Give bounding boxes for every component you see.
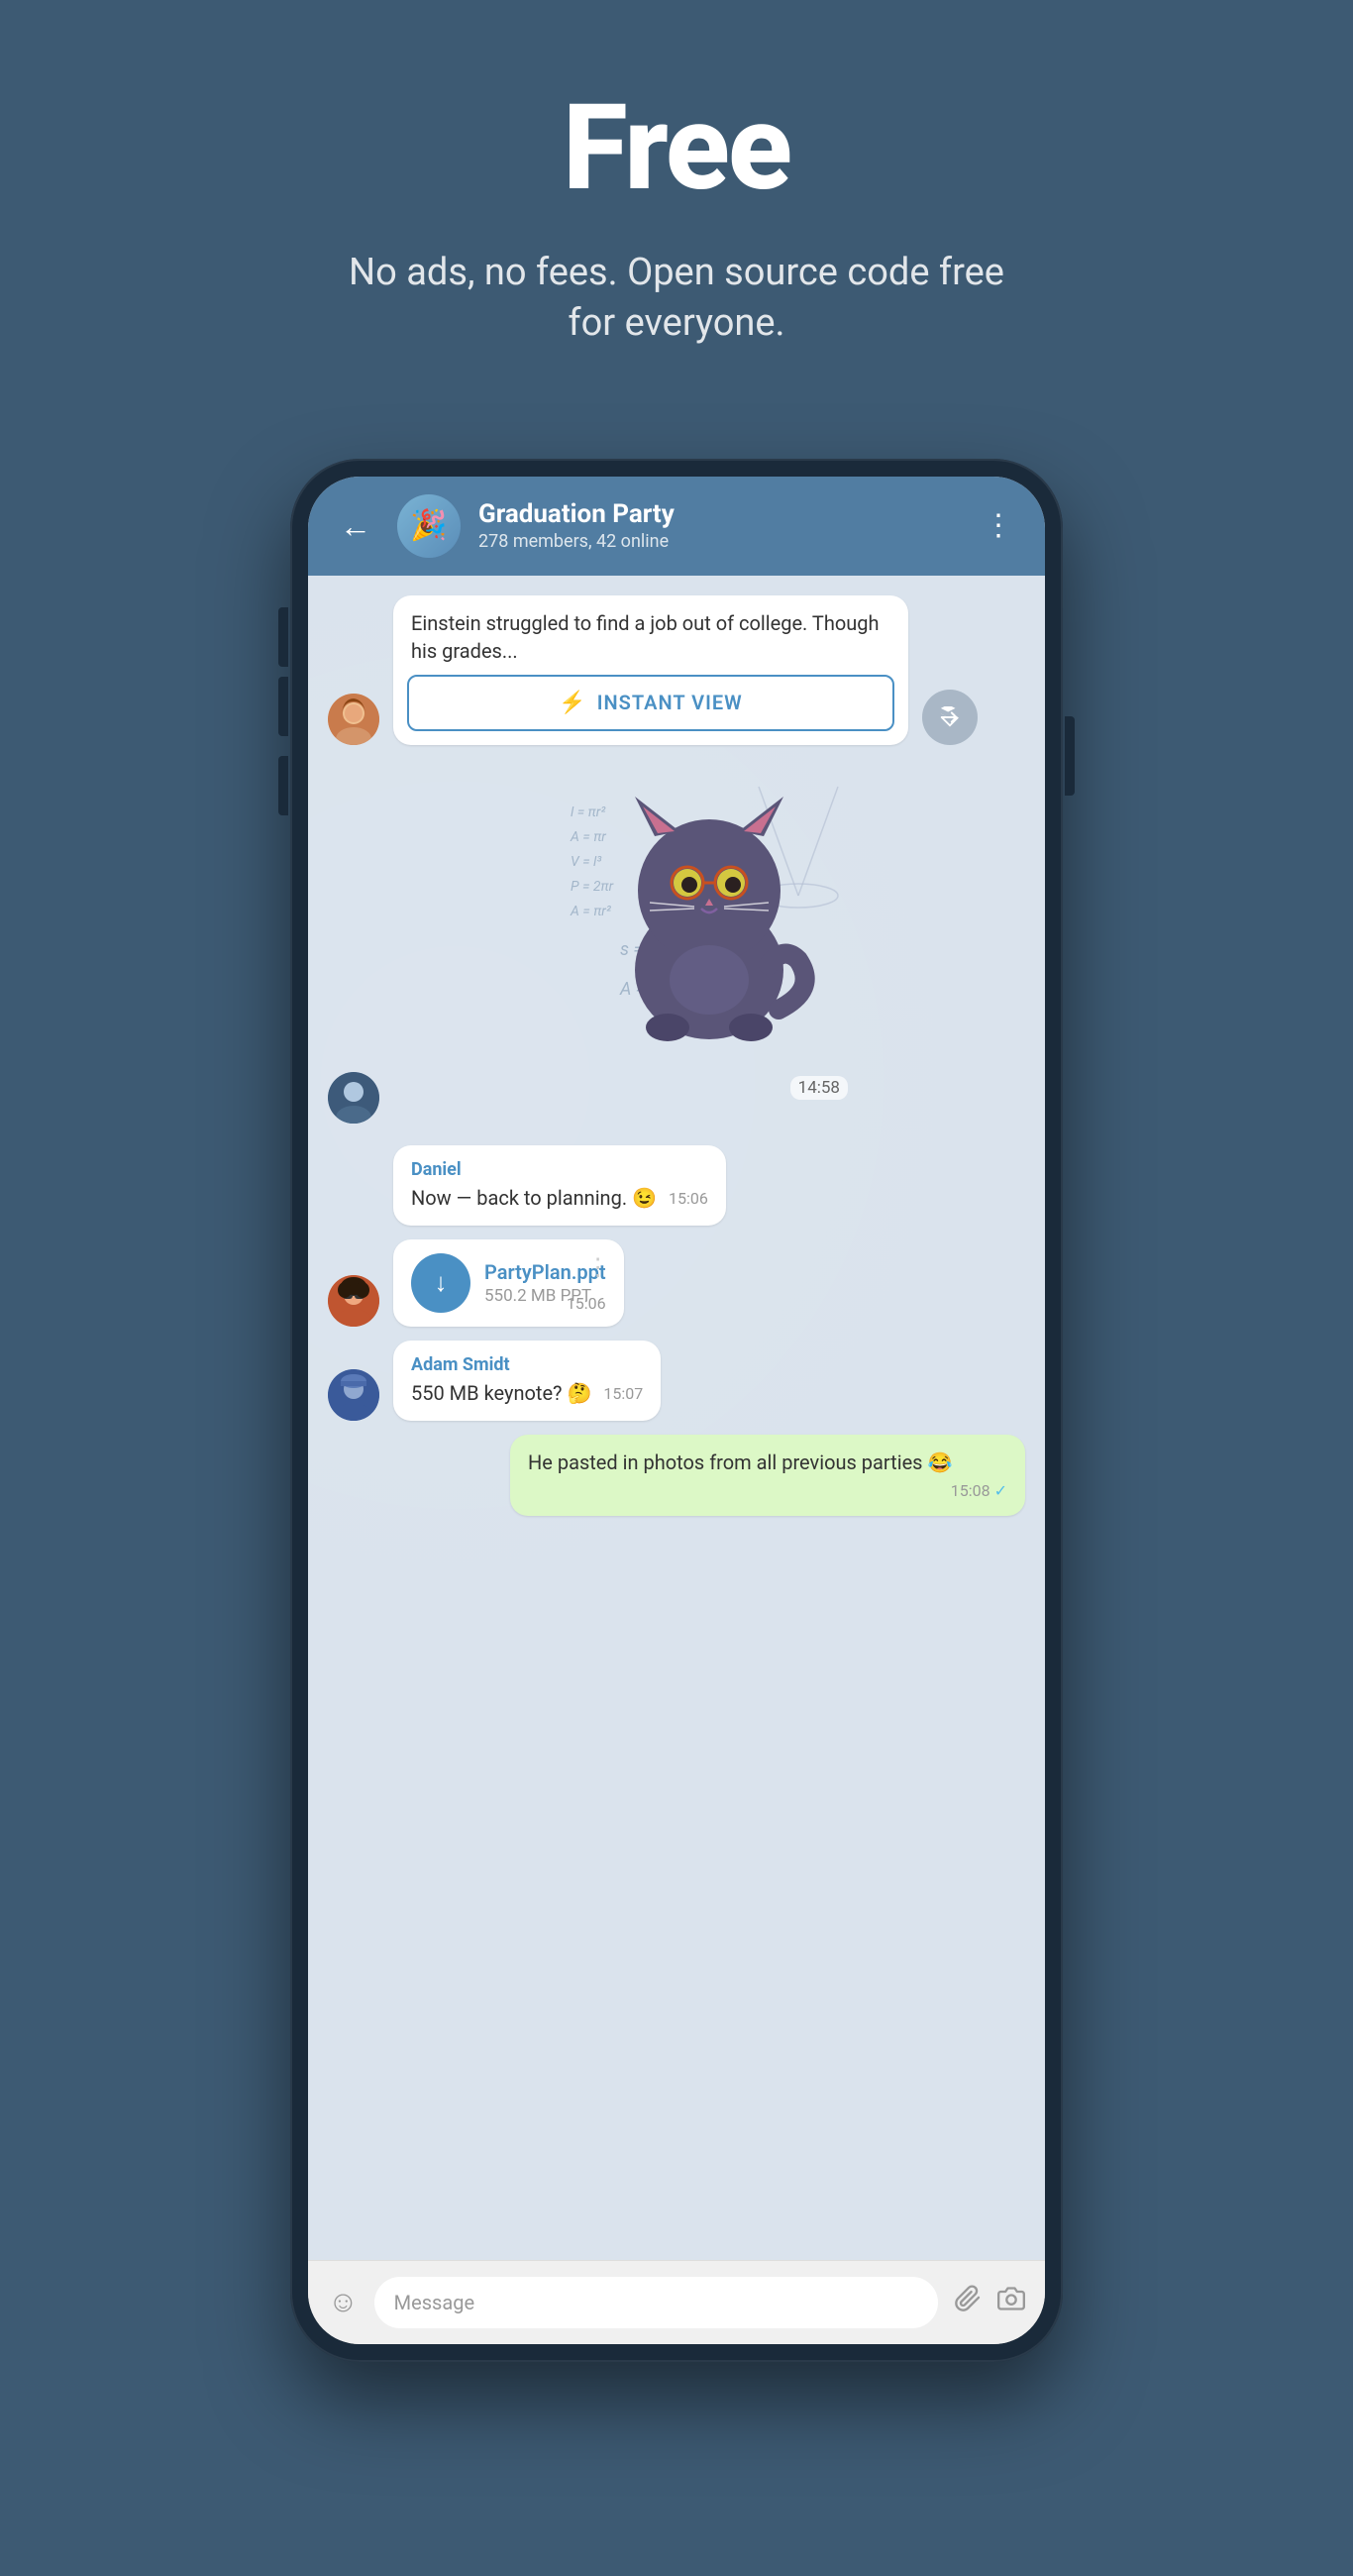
chat-input-bar: ☺ Message: [308, 2260, 1045, 2344]
table-row: Daniel Now — back to planning. 😉 15:06: [328, 1145, 1025, 1226]
message-sender: Adam Smidt: [411, 1354, 643, 1375]
download-button[interactable]: ↓: [411, 1253, 470, 1313]
group-meta: 278 members, 42 online: [478, 531, 958, 552]
message-sender: Daniel: [411, 1159, 708, 1180]
table-row: He pasted in photos from all previous pa…: [328, 1435, 1025, 1516]
chat-header: ← 🎉 Graduation Party 278 members, 42 onl…: [308, 477, 1045, 576]
cat-sticker-svg: [600, 792, 818, 1049]
phone-screen: ← 🎉 Graduation Party 278 members, 42 onl…: [308, 477, 1045, 2344]
lightning-icon: ⚡: [559, 691, 586, 715]
avatar: [328, 1275, 379, 1327]
table-row: ↓ PartyPlan.ppt 550.2 MB PPT ⋮ 15:06: [328, 1239, 1025, 1327]
sticker-time: 14:58: [790, 1076, 848, 1100]
phone-wrapper: ← 🎉 Graduation Party 278 members, 42 onl…: [290, 459, 1063, 2362]
file-more-button[interactable]: ⋮: [586, 1253, 610, 1281]
message-input[interactable]: Message: [374, 2277, 938, 2328]
message-time: 15:08 ✓: [951, 1480, 1007, 1502]
avatar: [328, 1369, 379, 1421]
attach-button[interactable]: [954, 2285, 982, 2320]
group-avatar: 🎉: [397, 494, 461, 558]
hero-section: Free No ads, no fees. Open source code f…: [0, 0, 1353, 409]
more-button[interactable]: ⋮: [976, 504, 1021, 547]
message-text: 550 MB keynote? 🤔 15:07: [411, 1379, 643, 1407]
messages-area: Einstein struggled to find a job out of …: [308, 576, 1045, 2260]
chat-info: Graduation Party 278 members, 42 online: [478, 499, 958, 552]
bubble: Daniel Now — back to planning. 😉 15:06: [393, 1145, 726, 1226]
phone-outer: ← 🎉 Graduation Party 278 members, 42 onl…: [290, 459, 1063, 2362]
share-button[interactable]: [922, 690, 978, 745]
outgoing-bubble: He pasted in photos from all previous pa…: [510, 1435, 1025, 1516]
message-text: He pasted in photos from all previous pa…: [528, 1449, 1007, 1476]
message-time: 15:07: [603, 1383, 643, 1405]
hero-title: Free: [563, 79, 790, 218]
hero-subtitle: No ads, no fees. Open source code free f…: [330, 248, 1023, 350]
table-row: Einstein struggled to find a job out of …: [328, 595, 1025, 745]
checkmark-icon: ✓: [994, 1481, 1007, 1500]
instant-view-label: INSTANT VIEW: [597, 691, 743, 714]
emoji-button[interactable]: ☺: [328, 2285, 359, 2319]
file-time: 15:06: [567, 1294, 606, 1313]
article-text: Einstein struggled to find a job out of …: [393, 595, 908, 675]
message-text: Now — back to planning. 😉 15:06: [411, 1184, 708, 1212]
camera-button[interactable]: [997, 2285, 1025, 2319]
group-name: Graduation Party: [478, 499, 958, 529]
file-bubble: ↓ PartyPlan.ppt 550.2 MB PPT ⋮ 15:06: [393, 1239, 624, 1327]
table-row: Adam Smidt 550 MB keynote? 🤔 15:07: [328, 1341, 1025, 1421]
table-row: l = πr² A = πr V = l³ P = 2πr A = πr² s …: [328, 767, 1025, 1124]
back-button[interactable]: ←: [332, 503, 379, 549]
sticker-message: l = πr² A = πr V = l³ P = 2πr A = πr² s …: [551, 767, 868, 1124]
avatar: [328, 694, 379, 745]
avatar: [328, 1072, 379, 1124]
bubble: Adam Smidt 550 MB keynote? 🤔 15:07: [393, 1341, 661, 1421]
article-bubble: Einstein struggled to find a job out of …: [393, 595, 908, 745]
message-time: 15:06: [669, 1188, 708, 1210]
instant-view-button[interactable]: ⚡ INSTANT VIEW: [407, 675, 894, 731]
